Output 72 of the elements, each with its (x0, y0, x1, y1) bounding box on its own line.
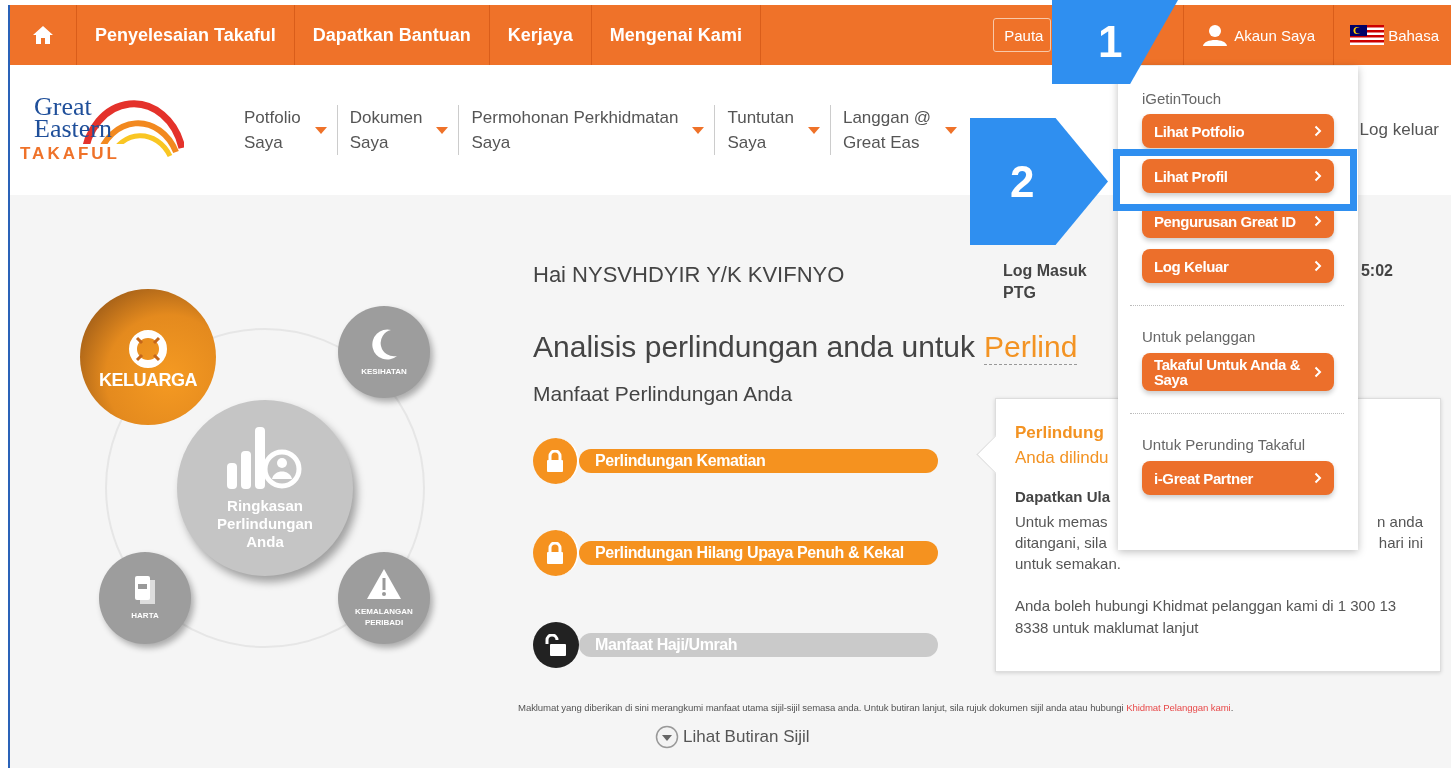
popover-text: Untuk memas (1015, 512, 1108, 532)
menu-item[interactable]: Tuntutan Saya (714, 105, 830, 155)
caret-icon (314, 126, 327, 134)
category-link[interactable]: Perlind (984, 330, 1078, 365)
lifebuoy-icon (128, 328, 168, 369)
unlocked-icon (545, 634, 567, 656)
dropdown-button[interactable]: Lihat Profil (1142, 159, 1334, 193)
crescent-icon (369, 327, 399, 360)
document-icon (135, 575, 155, 604)
summary-label: Ringkasan Perlindungan Anda (216, 497, 314, 551)
user-icon (1202, 24, 1229, 46)
step-marker: 2 (970, 118, 1108, 245)
login-label: Log Masuk (1003, 262, 1087, 280)
category-circle[interactable]: KEMALANGAN PERIBADI (338, 552, 430, 644)
login-button[interactable]: Pauta (993, 18, 1052, 52)
category-label: KELUARGA (99, 374, 197, 386)
expand-icon[interactable] (655, 725, 679, 749)
lock-icon (546, 450, 564, 472)
greeting: Hai NYSVHDYIR Y/K KVIFNYO (533, 262, 846, 289)
warning-icon (366, 568, 402, 600)
category-circle[interactable]: HARTA (99, 552, 191, 644)
category-label: KESIHATAN (360, 365, 408, 377)
home-icon (32, 25, 54, 45)
dropdown-heading: Untuk Perunding Takaful (1142, 436, 1307, 453)
chevron-icon (1314, 366, 1322, 378)
category-label: HARTA (130, 609, 160, 621)
category-circle[interactable]: KELUARGA (80, 289, 216, 425)
chevron-icon (1314, 215, 1322, 227)
flag-icon (1350, 25, 1385, 45)
popover-text: ditangani, sila (1015, 533, 1107, 553)
contact-text: Anda boleh hubungi Khidmat pelanggan kami di 1 300 13 8338 untuk maklumat lanjut (1015, 596, 1398, 638)
chevron-icon (1314, 260, 1322, 272)
dropdown-button[interactable]: i-Great Partner (1142, 461, 1334, 495)
summary-circle[interactable]: Ringkasan Perlindungan Anda (177, 400, 353, 576)
analysis-heading: Analisis perlindungan anda untuk (533, 330, 975, 365)
language-link[interactable]: Bahasa (1334, 25, 1451, 45)
menu-item[interactable]: Permohonan Perkhidmatan Saya (458, 105, 715, 155)
benefit-bar[interactable]: Perlindungan Kematian (579, 449, 938, 473)
customer-service-link[interactable]: Khidmat Pelanggan kami (1126, 702, 1231, 713)
caret-icon (807, 126, 820, 134)
login-time: 5:02 (1360, 262, 1393, 280)
logout-link[interactable]: Log keluar (1359, 120, 1439, 140)
menu-item[interactable]: Dokumen Saya (336, 105, 459, 155)
details-toggle[interactable]: Lihat Butiran Sijil (683, 727, 810, 747)
popover-text: untuk semakan. (1015, 554, 1121, 574)
benefit-bar[interactable]: Perlindungan Hilang Upaya Penuh & Kekal (579, 541, 938, 565)
dropdown-button[interactable]: Takaful Untuk Anda & Saya (1142, 353, 1334, 391)
chevron-icon (1314, 125, 1322, 137)
popover-subtitle: Anda dilindu (1015, 448, 1109, 468)
caret-icon (692, 126, 705, 134)
dropdown-button[interactable]: Log Keluar (1142, 249, 1334, 283)
disclaimer: Maklumat yang diberikan di sini merangkumi manfaat utama sijil-sijil semasa anda. Untuk butiran lanjut, sila rujuk dokumen sijil anda atau hubungi Khidmat Pelanggan kami. (518, 702, 1235, 713)
caret-icon (436, 126, 449, 134)
benefits-subheading: Manfaat Perlindungan Anda (533, 382, 794, 406)
popover-text: n anda (1377, 512, 1423, 532)
menu-item[interactable]: Potfolio Saya (232, 105, 337, 155)
logo-text: Great (33, 96, 92, 118)
category-label: KEMALANGAN PERIBADI (354, 606, 414, 628)
chart-person-icon (227, 425, 303, 491)
chevron-icon (1314, 472, 1322, 484)
menu-item[interactable]: Langgan @ Great Eas (829, 105, 968, 155)
login-period: PTG (1003, 284, 1037, 302)
popover-text: hari ini (1378, 533, 1423, 553)
chevron-icon (1314, 170, 1322, 182)
popover-section-title: Dapatkan Ula (1015, 488, 1111, 505)
lock-icon (546, 542, 564, 564)
dropdown-heading: iGetinTouch (1142, 90, 1223, 107)
popover-title: Perlindung (1015, 423, 1104, 443)
dropdown-heading: Untuk pelanggan (1142, 328, 1257, 345)
dropdown-button[interactable]: Lihat Potfolio (1142, 114, 1334, 148)
category-circle[interactable]: KESIHATAN (338, 306, 430, 398)
caret-icon (945, 126, 958, 134)
